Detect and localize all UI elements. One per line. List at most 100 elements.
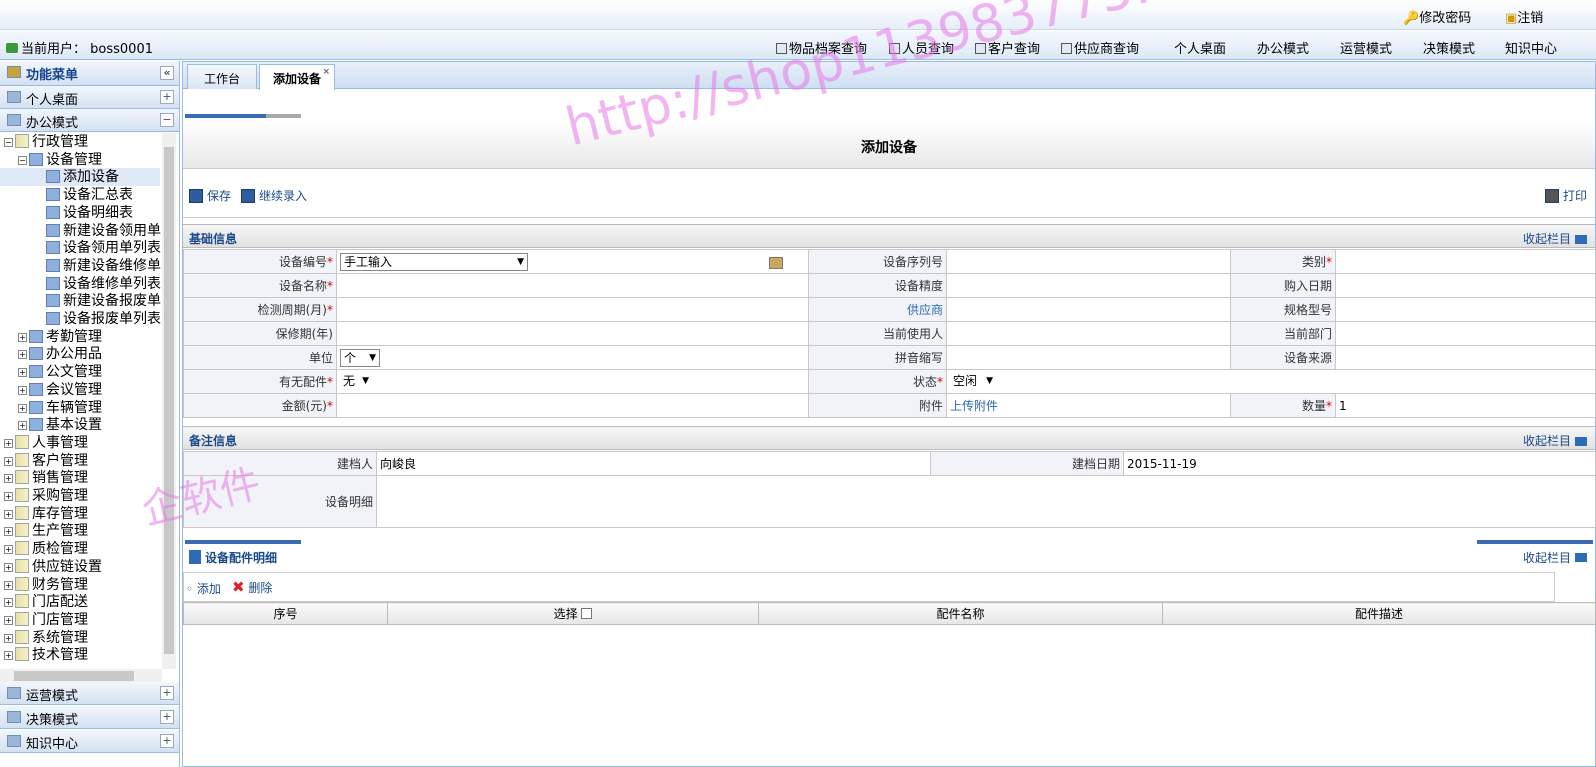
continue-entry-button[interactable]: 继续录入 [241, 187, 307, 204]
collapse-icon[interactable]: − [160, 113, 174, 127]
expand-icon[interactable]: + [160, 686, 174, 700]
tree-item[interactable]: − 设备管理 [18, 151, 102, 169]
status-select[interactable]: 空闲 ▼ [950, 372, 996, 391]
upload-attachment-link[interactable]: 上传附件 [946, 393, 1231, 418]
tree-item[interactable]: + 人事管理 [4, 434, 88, 452]
spec-input[interactable] [1335, 297, 1596, 322]
panel-knowledge-center[interactable]: 知识中心 + [0, 730, 179, 753]
expand-node-icon[interactable]: + [4, 474, 13, 484]
panel-office-mode[interactable]: 办公模式 − [0, 109, 179, 132]
tree-item[interactable]: + 门店管理 [4, 611, 88, 629]
warranty-input[interactable] [336, 321, 809, 346]
tree-item[interactable]: 设备明细表 [46, 204, 133, 222]
tree-item[interactable]: + 财务管理 [4, 576, 88, 594]
panel-personal-desktop[interactable]: 个人桌面 + [0, 86, 179, 109]
unit-select[interactable]: 个 ▼ [340, 348, 380, 367]
amount-input[interactable] [336, 393, 809, 418]
expand-node-icon[interactable]: + [4, 651, 13, 661]
collapse-node-icon[interactable]: − [4, 138, 13, 147]
tree-item[interactable]: + 销售管理 [4, 469, 88, 487]
delete-part-button[interactable]: ✖ 删除 [232, 578, 272, 596]
source-input[interactable] [1335, 345, 1596, 370]
tree-item[interactable]: 新建设备维修单 [46, 257, 161, 275]
tree-item[interactable]: + 系统管理 [4, 629, 88, 647]
add-part-button[interactable]: ◦ 添加 [186, 580, 221, 597]
expand-node-icon[interactable]: + [18, 385, 27, 395]
tree-item[interactable]: + 库存管理 [4, 505, 88, 523]
expand-node-icon[interactable]: + [18, 350, 27, 360]
purchase-date-input[interactable] [1335, 273, 1596, 298]
precision-input[interactable] [946, 273, 1231, 298]
tree-item[interactable]: + 会议管理 [18, 381, 102, 399]
print-button[interactable]: 打印 [1544, 187, 1587, 204]
tree-item[interactable]: + 车辆管理 [18, 399, 102, 417]
tree-item[interactable]: + 基本设置 [18, 416, 102, 434]
select-all-checkbox[interactable] [581, 608, 593, 619]
tree-item[interactable]: + 技术管理 [4, 646, 88, 664]
tree-item[interactable]: 设备领用单列表 [46, 239, 161, 257]
supplier-input[interactable] [946, 297, 1231, 322]
qty-input[interactable]: 1 [1335, 393, 1596, 418]
tree-item[interactable]: + 采购管理 [4, 487, 88, 505]
tree-item[interactable]: + 考勤管理 [18, 328, 102, 346]
expand-node-icon[interactable]: + [4, 456, 13, 466]
tree-item[interactable]: 设备维修单列表 [46, 275, 161, 293]
expand-node-icon[interactable]: + [4, 615, 13, 625]
generate-number-icon[interactable] [769, 256, 783, 269]
tree-item[interactable]: + 门店配送 [4, 593, 88, 611]
expand-node-icon[interactable]: + [4, 580, 13, 590]
check-cycle-input[interactable] [336, 297, 809, 322]
expand-node-icon[interactable]: + [4, 527, 13, 537]
nav-item-supplier-query[interactable]: 供应商查询 [1061, 38, 1139, 57]
tree-item[interactable]: 新建设备报废单 [46, 292, 161, 310]
tree-item[interactable]: 设备报废单列表 [46, 310, 161, 328]
close-tab-icon[interactable]: × [322, 67, 330, 77]
panel-decision-mode[interactable]: 决策模式 + [0, 706, 179, 729]
nav-item-staff-query[interactable]: 人员查询 [889, 38, 954, 57]
collapse-remark-button[interactable]: 收起栏目 [1523, 432, 1587, 449]
expand-icon[interactable]: + [160, 710, 174, 724]
tree-item[interactable]: + 办公用品 [18, 345, 102, 363]
expand-node-icon[interactable]: + [4, 598, 13, 608]
device-detail-textarea[interactable] [376, 475, 1596, 528]
expand-node-icon[interactable]: + [18, 368, 27, 378]
tree-item[interactable]: + 供应链设置 [4, 558, 102, 576]
nav-item-personal-desktop[interactable]: 个人桌面 [1174, 38, 1226, 57]
expand-node-icon[interactable]: + [4, 562, 13, 572]
expand-node-icon[interactable]: + [4, 633, 13, 643]
logout-link[interactable]: ▣注销 [1505, 7, 1543, 26]
expand-node-icon[interactable]: + [18, 332, 27, 342]
nav-item-decision-mode[interactable]: 决策模式 [1423, 38, 1475, 57]
pinyin-input[interactable] [946, 345, 1231, 370]
category-input[interactable] [1335, 249, 1596, 274]
current-user-input[interactable] [946, 321, 1231, 346]
save-button[interactable]: 保存 [189, 187, 231, 204]
tab-workbench[interactable]: 工作台 [187, 64, 257, 89]
expand-node-icon[interactable]: + [4, 509, 13, 519]
expand-node-icon[interactable]: + [18, 421, 27, 431]
nav-item-goods-archive[interactable]: 物品档案查询 [776, 38, 867, 57]
serial-input[interactable] [946, 249, 1231, 274]
tree-item[interactable]: + 公文管理 [18, 363, 102, 381]
device-no-mode-select[interactable]: 手工输入 ▼ [340, 252, 528, 271]
nav-item-knowledge-center[interactable]: 知识中心 [1505, 38, 1557, 57]
expand-node-icon[interactable]: + [4, 545, 13, 555]
expand-node-icon[interactable]: + [4, 438, 13, 448]
tree-item[interactable]: + 质检管理 [4, 540, 88, 558]
tree-vertical-scrollbar[interactable] [162, 133, 176, 669]
collapse-parts-button[interactable]: 收起栏目 [1523, 549, 1587, 566]
collapse-basic-button[interactable]: 收起栏目 [1523, 230, 1587, 247]
has-parts-select[interactable]: 无 ▼ [340, 372, 372, 391]
expand-icon[interactable]: + [160, 734, 174, 748]
tree-item[interactable]: 设备汇总表 [46, 186, 133, 204]
tree-item[interactable]: 添加设备 [0, 168, 160, 187]
expand-node-icon[interactable]: + [4, 492, 13, 501]
supplier-link[interactable]: 供应商 [808, 297, 947, 322]
change-password-link[interactable]: 🔑修改密码 [1403, 7, 1471, 26]
nav-item-customer-query[interactable]: 客户查询 [975, 38, 1040, 57]
expand-node-icon[interactable]: + [18, 403, 27, 413]
tree-horizontal-scrollbar[interactable] [0, 669, 162, 683]
tree-item[interactable]: + 生产管理 [4, 522, 88, 540]
tree-item[interactable]: 新建设备领用单 [46, 222, 161, 240]
nav-item-office-mode[interactable]: 办公模式 [1257, 38, 1309, 57]
